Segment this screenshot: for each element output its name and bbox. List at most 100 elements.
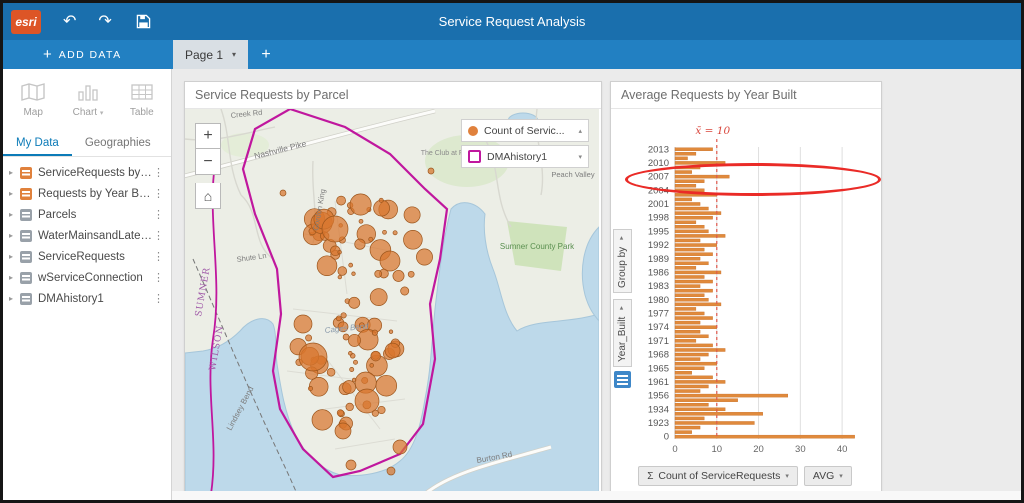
service-request-symbol[interactable]: [345, 459, 357, 471]
redo-button[interactable]: ↷: [98, 13, 111, 30]
chart-bar[interactable]: [674, 311, 705, 316]
chart-bar[interactable]: [674, 252, 713, 256]
service-request-symbol[interactable]: [337, 266, 348, 276]
chart-bar[interactable]: [674, 152, 697, 156]
service-request-symbol[interactable]: [368, 236, 374, 242]
chart-bar[interactable]: [674, 261, 709, 266]
chart-bar[interactable]: [674, 188, 705, 193]
chart-bar[interactable]: [674, 421, 755, 425]
service-request-symbol[interactable]: [374, 270, 383, 278]
service-request-symbol[interactable]: [349, 193, 372, 216]
legend-item-count[interactable]: Count of Servic... ▴: [461, 119, 589, 142]
zoom-in-button[interactable]: +: [195, 123, 221, 149]
chart-bar[interactable]: [674, 243, 717, 247]
service-request-symbol[interactable]: [375, 374, 398, 397]
dataset-list-item[interactable]: ▸ Parcels ⋮: [3, 204, 171, 225]
dataset-options-icon[interactable]: ⋮: [153, 166, 164, 179]
dataset-options-icon[interactable]: ⋮: [153, 187, 164, 200]
chart-bar[interactable]: [674, 156, 688, 161]
chart-bar[interactable]: [674, 407, 726, 412]
service-request-symbol[interactable]: [403, 206, 421, 224]
chart-bar[interactable]: [674, 412, 763, 416]
service-request-symbol[interactable]: [279, 189, 287, 197]
chart-bar[interactable]: [674, 211, 722, 215]
chart-bar[interactable]: [674, 302, 722, 307]
expand-icon[interactable]: ▸: [9, 252, 20, 261]
chart-bar[interactable]: [674, 366, 705, 370]
chart-bar[interactable]: [674, 339, 697, 343]
statistic-button[interactable]: Σ Count of ServiceRequests ▾: [638, 466, 798, 486]
bar-chart[interactable]: 0 10 20 30 40 2013 2010 2007 2004 2001 1998 1995 199…: [611, 109, 881, 494]
chart-bar[interactable]: [674, 170, 692, 174]
tab-my-data[interactable]: My Data: [3, 131, 72, 156]
chart-bar[interactable]: [674, 348, 726, 352]
chart-bar[interactable]: [674, 266, 697, 270]
chart-bar[interactable]: [674, 430, 692, 434]
map-card[interactable]: Service Requests by Parcel Nashville Pik…: [184, 81, 602, 495]
chart-bar[interactable]: [674, 375, 713, 380]
chart-bar[interactable]: [674, 293, 705, 297]
esri-logo-icon[interactable]: esri: [11, 9, 41, 34]
chart-bar[interactable]: [674, 343, 713, 348]
service-request-symbol[interactable]: [348, 262, 354, 268]
service-request-symbol[interactable]: [388, 329, 394, 334]
service-request-symbol[interactable]: [369, 288, 388, 306]
chart-bar[interactable]: [674, 352, 709, 357]
service-request-symbol[interactable]: [354, 388, 380, 414]
chart-bar[interactable]: [674, 238, 701, 243]
service-request-symbol[interactable]: [311, 409, 333, 431]
service-request-symbol[interactable]: [382, 229, 387, 235]
chart-bar[interactable]: [674, 183, 697, 188]
service-request-symbol[interactable]: [377, 405, 386, 415]
service-request-symbol[interactable]: [316, 255, 338, 276]
service-request-symbol[interactable]: [403, 230, 423, 250]
year-built-field-button[interactable]: Year_Built ▾: [613, 299, 632, 367]
chart-bar[interactable]: [674, 193, 717, 197]
home-button[interactable]: ⌂: [195, 183, 221, 209]
service-request-symbol[interactable]: [293, 314, 313, 334]
dataset-list-item[interactable]: ▸ ServiceRequests by Parcel ⋮: [3, 162, 171, 183]
chart-bar[interactable]: [674, 425, 701, 430]
expand-icon[interactable]: ▸: [9, 231, 20, 240]
chart-bar[interactable]: [674, 416, 705, 421]
service-request-symbol[interactable]: [340, 312, 347, 319]
chart-bar[interactable]: [674, 165, 701, 170]
chart-tool-button[interactable]: Chart ▾: [73, 82, 103, 118]
service-request-symbol[interactable]: [371, 329, 378, 336]
chart-bar[interactable]: [674, 389, 701, 393]
chart-bar[interactable]: [674, 434, 855, 439]
chart-bar[interactable]: [674, 393, 789, 398]
service-request-symbol[interactable]: [348, 351, 353, 356]
service-request-symbol[interactable]: [349, 367, 355, 372]
chart-bar[interactable]: [674, 275, 705, 279]
chart-bar[interactable]: [674, 398, 738, 402]
service-request-symbol[interactable]: [298, 342, 328, 372]
dataset-options-icon[interactable]: ⋮: [153, 292, 164, 305]
chart-bar[interactable]: [674, 206, 709, 211]
chart-bar[interactable]: [674, 357, 701, 361]
sort-button[interactable]: [614, 371, 631, 388]
chart-bar[interactable]: [674, 325, 717, 329]
chart-bar[interactable]: [674, 174, 730, 179]
chart-bar[interactable]: [674, 220, 697, 224]
service-request-symbol[interactable]: [427, 167, 435, 175]
expand-icon[interactable]: ▸: [9, 210, 20, 219]
chart-bar[interactable]: [674, 247, 705, 252]
chart-bar[interactable]: [674, 147, 713, 151]
page-tab[interactable]: Page 1 ▾: [173, 40, 249, 69]
service-request-symbol[interactable]: [337, 274, 342, 280]
chart-bar[interactable]: [674, 334, 709, 339]
table-tool-button[interactable]: Table: [130, 82, 154, 118]
chart-bar[interactable]: [674, 197, 692, 202]
service-request-symbol[interactable]: [334, 422, 352, 440]
undo-button[interactable]: ↶: [63, 13, 76, 30]
service-request-symbol[interactable]: [392, 439, 408, 455]
expand-icon[interactable]: ▸: [9, 168, 20, 177]
chart-bar[interactable]: [674, 288, 713, 293]
dataset-list-item[interactable]: ▸ wServiceConnection ⋮: [3, 267, 171, 288]
service-request-symbol[interactable]: [392, 269, 405, 282]
service-request-symbol[interactable]: [379, 250, 401, 272]
chart-bar[interactable]: [674, 202, 701, 206]
aggregation-button[interactable]: AVG ▾: [803, 466, 852, 486]
chart-bar[interactable]: [674, 234, 726, 238]
